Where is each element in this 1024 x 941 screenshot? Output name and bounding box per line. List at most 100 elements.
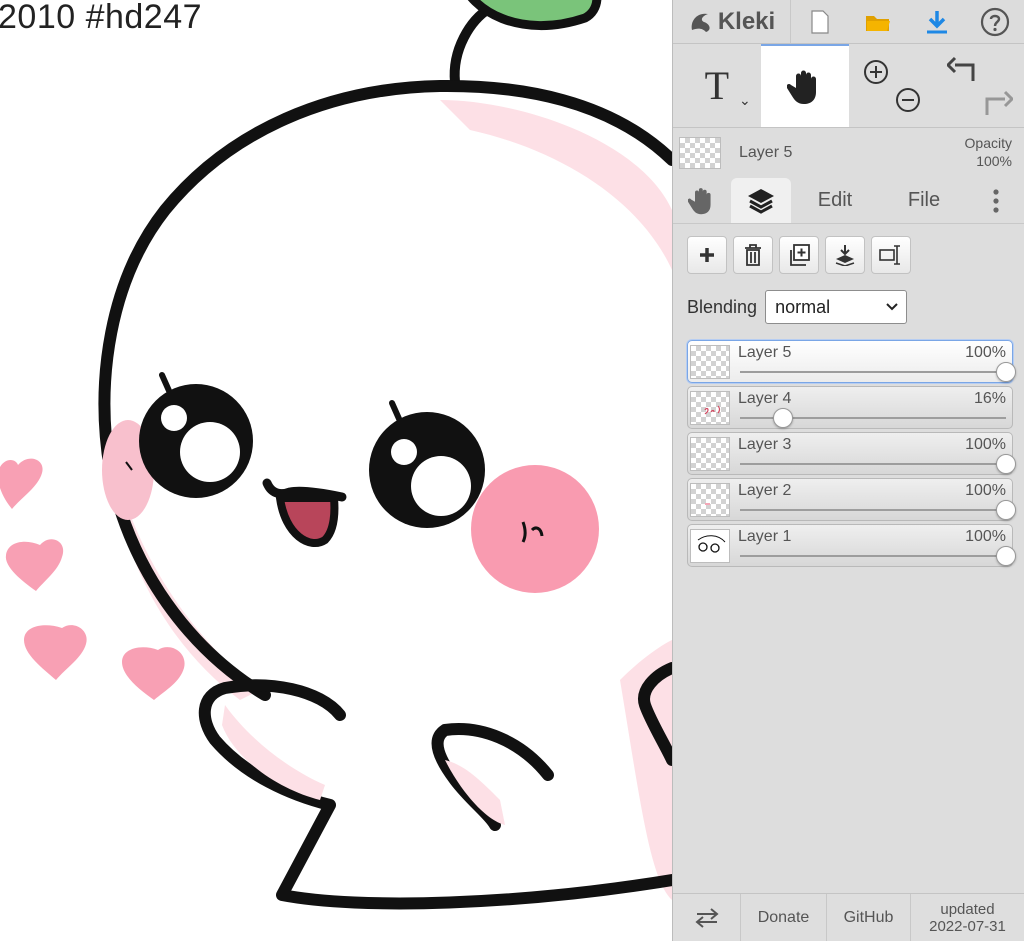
opacity-slider-knob[interactable] [996, 362, 1016, 382]
opacity-slider[interactable] [740, 408, 1006, 428]
opacity-slider-knob[interactable] [996, 454, 1016, 474]
layer-item[interactable]: Layer 5 100% [687, 340, 1016, 383]
logo-text: Kleki [717, 7, 776, 35]
layer-item[interactable]: Layer 2 100% [687, 478, 1016, 521]
layer-opacity-text: 16% [973, 390, 1006, 407]
hand-tab-icon [688, 187, 711, 214]
opacity-slider[interactable] [740, 454, 1016, 474]
canvas-artwork [0, 0, 672, 910]
current-layer-name: Layer 5 [739, 144, 793, 161]
tab-edit[interactable]: Edit [791, 178, 879, 223]
folder-icon [866, 15, 891, 31]
opacity-slider-knob[interactable] [996, 546, 1016, 566]
opacity-slider[interactable] [740, 546, 1016, 566]
current-layer-info[interactable]: Layer 5 Opacity 100% [673, 128, 1024, 178]
left-arm [198, 679, 672, 910]
rename-layer-button[interactable] [871, 236, 911, 274]
text-tool-button[interactable]: T ⌄ [673, 44, 761, 127]
delete-layer-button[interactable] [733, 236, 773, 274]
layer-name: Layer 2 [738, 482, 792, 499]
chevron-down-icon[interactable]: ⌄ [739, 92, 751, 109]
layer-item[interactable]: Layer 1 100% [687, 524, 1016, 567]
layer-thumbnail [690, 391, 730, 425]
redo-icon [985, 90, 1014, 115]
zoom-buttons [849, 44, 937, 127]
kleki-logo[interactable]: Kleki [673, 0, 791, 43]
sidebar: Kleki T ⌄ Layer 5 Opacity 100% Edit File… [672, 0, 1024, 941]
donate-link[interactable]: Donate [741, 894, 827, 941]
trash-icon [745, 244, 761, 266]
undo-redo-icons [947, 56, 1014, 115]
layer-thumbnail-art [704, 405, 721, 415]
layer-actions [687, 236, 1012, 274]
layer-item[interactable]: Layer 3 100% [687, 432, 1016, 475]
updated-date: 2022-07-31 [929, 917, 1006, 935]
text-tool-icon: T [704, 63, 730, 108]
hand-tool-button[interactable] [760, 44, 849, 127]
sprout-stem [449, 3, 495, 87]
rename-icon [879, 245, 900, 265]
undo-redo-buttons [936, 44, 1024, 127]
opacity-slider[interactable] [740, 500, 1016, 520]
blending-row: Blending normal [687, 290, 1012, 324]
blending-value: normal [775, 296, 831, 317]
tab-layers[interactable] [731, 178, 791, 223]
layers-icon [748, 188, 774, 214]
canvas-caption: 2010 #hd247 [0, 0, 203, 36]
tab-file[interactable]: File [879, 178, 969, 223]
help-button[interactable] [966, 0, 1024, 43]
blending-select[interactable]: normal [765, 290, 908, 324]
layer-name: Layer 3 [738, 436, 792, 453]
zoom-icons [864, 59, 921, 112]
updated-info[interactable]: updated 2022-07-31 [911, 894, 1024, 941]
mouth [275, 494, 339, 547]
layer-list: Layer 5 100% Layer 4 16% Layer 3 100% La… [687, 340, 1016, 567]
plus-icon [700, 248, 714, 262]
tab-hand[interactable] [673, 178, 731, 223]
sprout-leaf [467, 0, 602, 31]
layer-name: Layer 1 [738, 528, 792, 545]
layer-opacity-text: 100% [965, 436, 1006, 453]
layer-thumbnail [690, 437, 730, 471]
more-menu-button[interactable] [969, 178, 1023, 223]
opacity-slider[interactable] [740, 362, 1016, 382]
layer-thumbnail [690, 483, 730, 517]
opacity-label: Opacity [964, 135, 1012, 151]
heart-1 [0, 458, 43, 509]
swap-side-button[interactable] [673, 894, 741, 941]
save-button[interactable] [908, 0, 966, 43]
github-link[interactable]: GitHub [827, 894, 911, 941]
drawing-canvas[interactable]: 2010 #hd247 [0, 0, 672, 941]
swap-arrows-icon [694, 907, 719, 928]
duplicate-layer-button[interactable] [779, 236, 819, 274]
merge-down-icon [835, 245, 855, 266]
new-image-button[interactable] [791, 0, 849, 43]
layer-name: Layer 5 [738, 344, 792, 361]
opacity-value: 100% [976, 153, 1012, 169]
opacity-slider-knob[interactable] [772, 408, 793, 428]
left-lash [159, 372, 173, 396]
current-layer-opacity: Opacity 100% [965, 134, 1012, 170]
zoom-out-icon [896, 87, 921, 112]
arm2-shade [445, 760, 505, 825]
layer-name: Layer 4 [738, 390, 792, 407]
bottom-bar: Donate GitHub updated 2022-07-31 [673, 893, 1024, 941]
new-file-icon [811, 9, 829, 34]
download-icon [926, 10, 947, 33]
open-file-button[interactable] [849, 0, 907, 43]
right-eye-shine [411, 456, 471, 516]
tool-row: T ⌄ [673, 44, 1024, 128]
kleki-logo-icon [691, 13, 710, 32]
add-layer-button[interactable] [687, 236, 727, 274]
layer-item[interactable]: Layer 4 16% [687, 386, 1013, 429]
layers-panel: Blending normal Layer 5 100% Layer 4 16%… [673, 224, 1024, 567]
updated-label: updated [940, 900, 995, 918]
help-icon [980, 7, 1009, 36]
layer-opacity-text: 100% [965, 482, 1006, 499]
current-layer-thumbnail [679, 137, 721, 169]
merge-layer-button[interactable] [825, 236, 865, 274]
opacity-slider-knob[interactable] [996, 500, 1016, 520]
right-eye-dot [391, 439, 417, 465]
body-shade-right [620, 640, 672, 900]
heart-3 [24, 625, 87, 680]
